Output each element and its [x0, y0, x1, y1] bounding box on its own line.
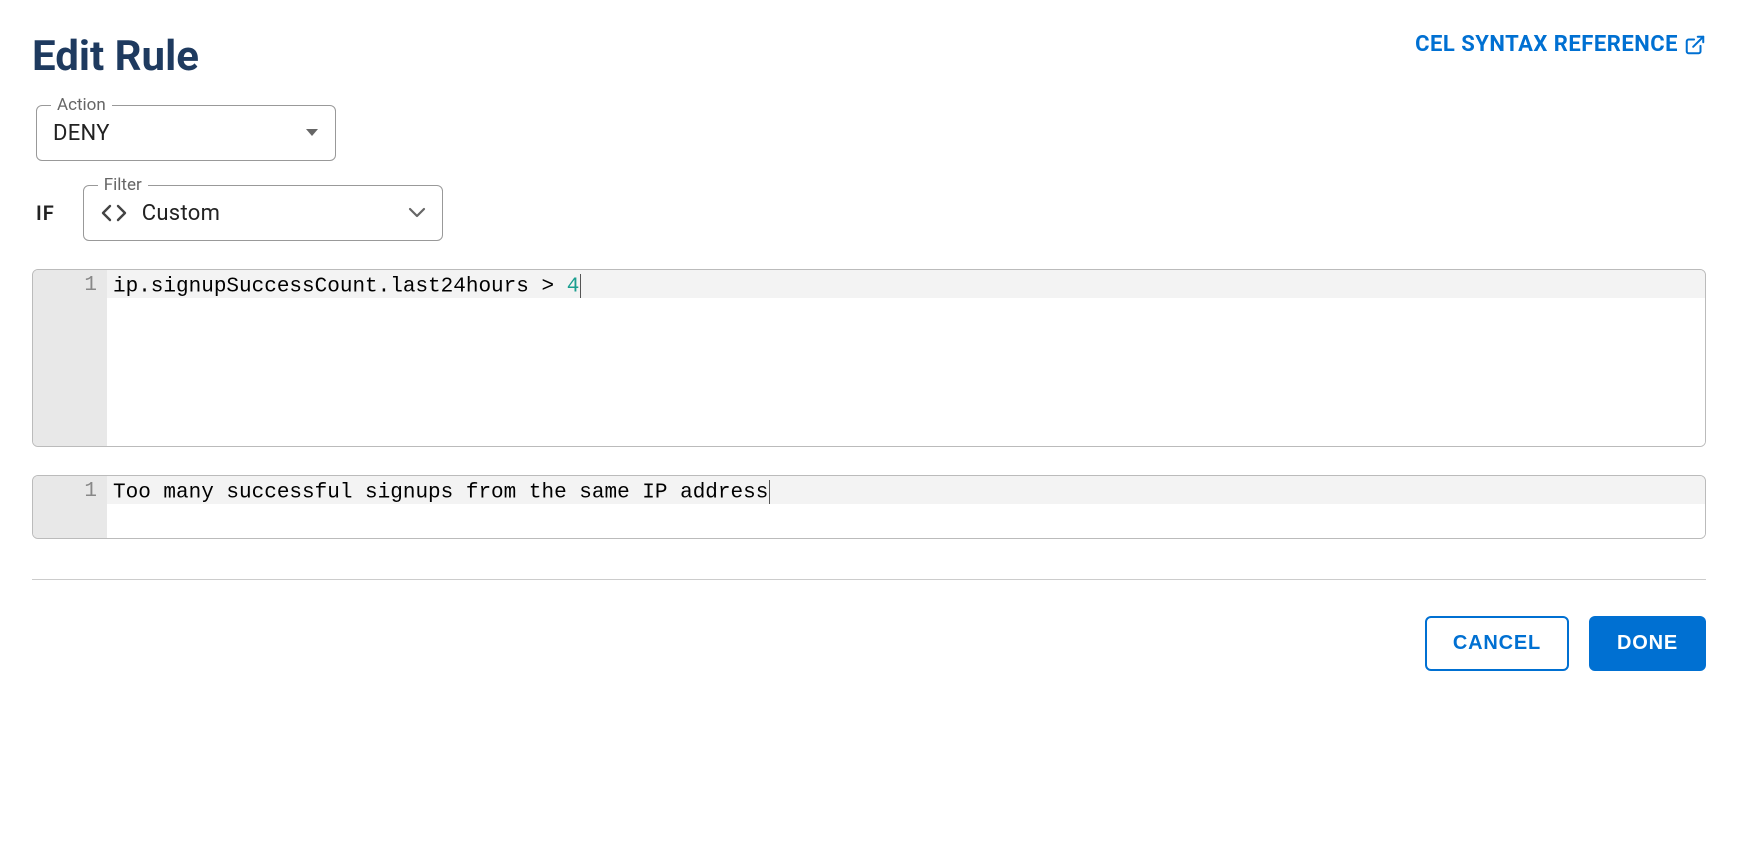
filter-value: Custom: [142, 201, 408, 226]
code-area[interactable]: Too many successful signups from the sam…: [107, 476, 1705, 538]
external-link-icon: [1684, 34, 1706, 56]
message-text: Too many successful signups from the sam…: [113, 482, 768, 505]
line-number: 1: [33, 480, 97, 503]
editor-gutter: 1: [33, 476, 107, 538]
code-area[interactable]: ip.signupSuccessCount.last24hours > 4: [107, 270, 1705, 446]
editor-blank-area: [107, 298, 1705, 446]
done-button[interactable]: DONE: [1589, 616, 1706, 671]
filter-select[interactable]: Filter Custom: [83, 185, 443, 241]
page-title: Edit Rule: [32, 32, 199, 81]
text-cursor: [769, 480, 770, 504]
if-label: IF: [36, 201, 55, 225]
code-icon: [100, 203, 128, 223]
caret-down-icon: [305, 128, 319, 138]
expression-editor[interactable]: 1 ip.signupSuccessCount.last24hours > 4: [32, 269, 1706, 447]
cancel-button[interactable]: CANCEL: [1425, 616, 1569, 671]
cel-syntax-reference-label: CEL SYNTAX REFERENCE: [1415, 32, 1678, 57]
filter-label: Filter: [98, 175, 148, 195]
message-editor[interactable]: 1 Too many successful signups from the s…: [32, 475, 1706, 539]
divider: [32, 579, 1706, 580]
action-label: Action: [51, 95, 112, 115]
chevron-down-icon: [408, 207, 426, 219]
editor-gutter: 1: [33, 270, 107, 446]
text-cursor: [580, 274, 581, 298]
editor-blank-area: [107, 504, 1705, 538]
cel-syntax-reference-link[interactable]: CEL SYNTAX REFERENCE: [1415, 32, 1706, 57]
action-value: DENY: [53, 121, 305, 146]
code-text: ip.signupSuccessCount.last24hours >: [113, 276, 567, 299]
code-number: 4: [567, 276, 580, 299]
action-select[interactable]: Action DENY: [36, 105, 336, 161]
line-number: 1: [33, 274, 97, 297]
